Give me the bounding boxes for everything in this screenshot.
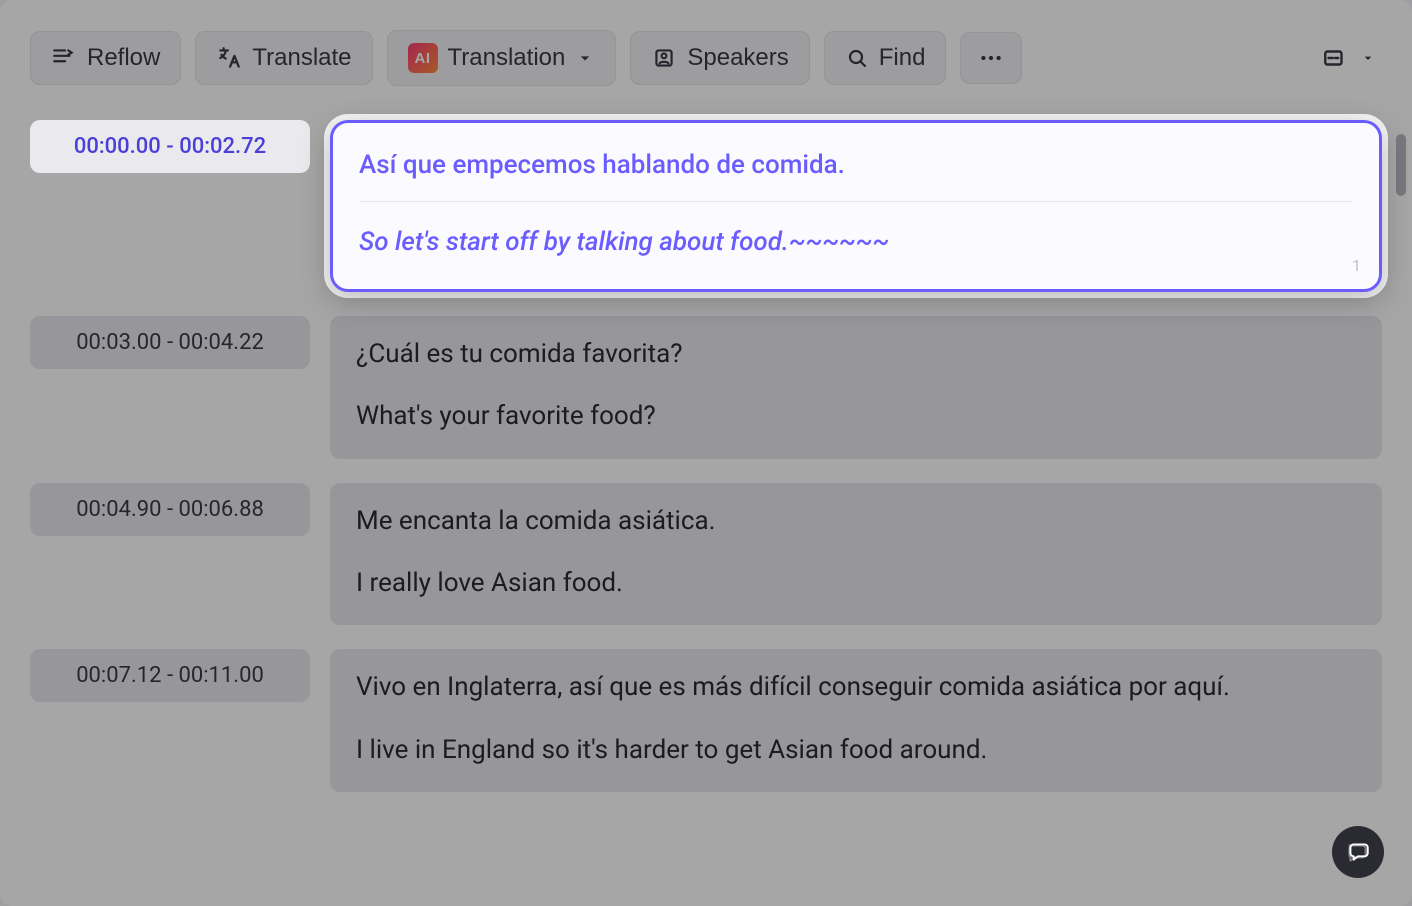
source-text[interactable]: Me encanta la comida asiática. [356, 503, 1356, 539]
translation-dropdown-label: Translation [448, 44, 566, 72]
transcript-list: 00:00.00 - 00:02.72 Así que empecemos ha… [30, 120, 1382, 792]
transcript-row[interactable]: 00:07.12 - 00:11.00 Vivo en Inglaterra, … [30, 649, 1382, 792]
source-text[interactable]: Así que empecemos hablando de comida. [359, 147, 1353, 202]
transcript-row[interactable]: 00:03.00 - 00:04.22 ¿Cuál es tu comida f… [30, 316, 1382, 459]
translate-button[interactable]: Translate [195, 31, 372, 85]
scrollbar-thumb[interactable] [1396, 134, 1406, 196]
translation-dropdown[interactable]: AI Translation [387, 30, 617, 86]
reflow-icon [51, 45, 77, 71]
source-text[interactable]: Vivo en Inglaterra, así que es más difíc… [356, 669, 1356, 705]
source-text[interactable]: ¿Cuál es tu comida favorita? [356, 336, 1356, 372]
segment-card[interactable]: Vivo en Inglaterra, así que es más difíc… [330, 649, 1382, 792]
find-button[interactable]: Find [824, 31, 947, 85]
captions-icon [1320, 45, 1350, 71]
segment-card[interactable]: ¿Cuál es tu comida favorita? What's your… [330, 316, 1382, 459]
more-horizontal-icon [977, 45, 1005, 71]
captions-toggle[interactable] [1314, 39, 1382, 77]
time-range[interactable]: 00:03.00 - 00:04.22 [30, 316, 310, 369]
find-label: Find [879, 44, 926, 72]
editor-panel: Reflow Translate AI Translation [0, 0, 1412, 906]
translation-text[interactable]: I really love Asian food. [356, 565, 1356, 601]
chevron-down-icon [575, 48, 595, 68]
translation-text[interactable]: So let's start off by talking about food… [359, 224, 1353, 260]
time-range[interactable]: 00:07.12 - 00:11.00 [30, 649, 310, 702]
chat-icon [1345, 839, 1371, 865]
segment-card[interactable]: Así que empecemos hablando de comida. So… [330, 120, 1382, 292]
reflow-label: Reflow [87, 44, 160, 72]
transcript-row[interactable]: 00:00.00 - 00:02.72 Así que empecemos ha… [30, 120, 1382, 292]
time-range[interactable]: 00:00.00 - 00:02.72 [30, 120, 310, 173]
speakers-button[interactable]: Speakers [630, 31, 809, 85]
ai-badge-icon: AI [408, 43, 438, 73]
reflow-button[interactable]: Reflow [30, 31, 181, 85]
translation-text[interactable]: What's your favorite food? [356, 398, 1356, 434]
transcript-row[interactable]: 00:04.90 - 00:06.88 Me encanta la comida… [30, 483, 1382, 626]
time-range[interactable]: 00:04.90 - 00:06.88 [30, 483, 310, 536]
translate-label: Translate [252, 44, 351, 72]
translate-icon [216, 45, 242, 71]
chevron-down-icon [1360, 50, 1376, 66]
speakers-icon [651, 45, 677, 71]
search-icon [845, 46, 869, 70]
more-button[interactable] [960, 32, 1022, 84]
speakers-label: Speakers [687, 44, 788, 72]
translation-text[interactable]: I live in England so it's harder to get … [356, 732, 1356, 768]
toolbar: Reflow Translate AI Translation [30, 20, 1382, 96]
segment-index: 1 [1352, 256, 1361, 275]
assist-fab[interactable] [1332, 826, 1384, 878]
segment-card[interactable]: Me encanta la comida asiática. I really … [330, 483, 1382, 626]
